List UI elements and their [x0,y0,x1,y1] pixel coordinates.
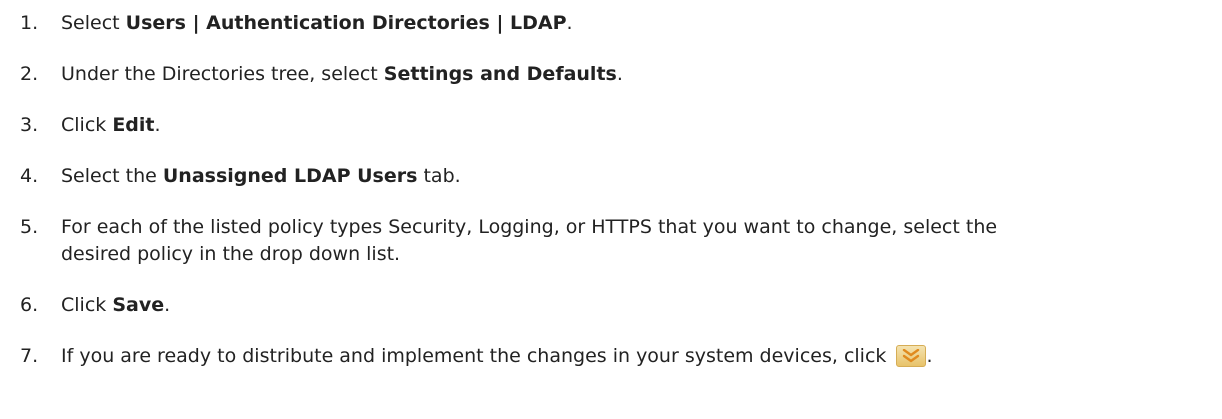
install-policy-icon[interactable] [896,345,927,367]
step-text-post: . [616,63,623,85]
step-text-post: tab. [417,165,461,187]
step-number: 6. [20,294,39,316]
step-text-pre: Under the Directories tree, select [61,63,384,85]
step-text-post: . [164,294,171,316]
step-text: Select the Unassigned LDAP Users tab. [61,162,1222,190]
step-text-pre: Select the [61,165,163,187]
step-number: 2. [20,63,39,85]
step-text: Click Edit. [61,111,1222,139]
step-text: Under the Directories tree, select Setti… [61,60,1222,88]
step-text-pre: If you are ready to distribute and imple… [61,345,893,367]
step-number: 1. [20,12,39,34]
step-text-post: . [926,345,933,367]
step-number: 4. [20,165,39,187]
menu-path: Users | Authentication Directories | LDA… [125,12,567,34]
tab-name: Unassigned LDAP Users [162,165,418,187]
instruction-steps: 1. Select Users | Authentication Directo… [0,0,1222,419]
button-name: Save [112,294,165,316]
step-text-post: . [566,12,573,34]
step-text: Click Save. [61,291,1222,319]
step-text: If you are ready to distribute and imple… [61,342,1222,370]
step-text-pre: Select [61,12,126,34]
step-text: Select Users | Authentication Directorie… [61,9,1222,37]
step-text-line-1: For each of the listed policy types Secu… [61,216,998,238]
double-chevron-down-icon [903,349,920,363]
step-text-line-2: desired policy in the drop down list. [61,243,401,265]
step-text-post: . [154,114,161,136]
tree-node-name: Settings and Defaults [383,63,617,85]
step-number: 7. [20,345,39,367]
step-text-pre: Click [61,294,113,316]
button-name: Edit [112,114,155,136]
step-text-pre: Click [61,114,113,136]
step-number: 5. [20,216,39,238]
step-number: 3. [20,114,39,136]
